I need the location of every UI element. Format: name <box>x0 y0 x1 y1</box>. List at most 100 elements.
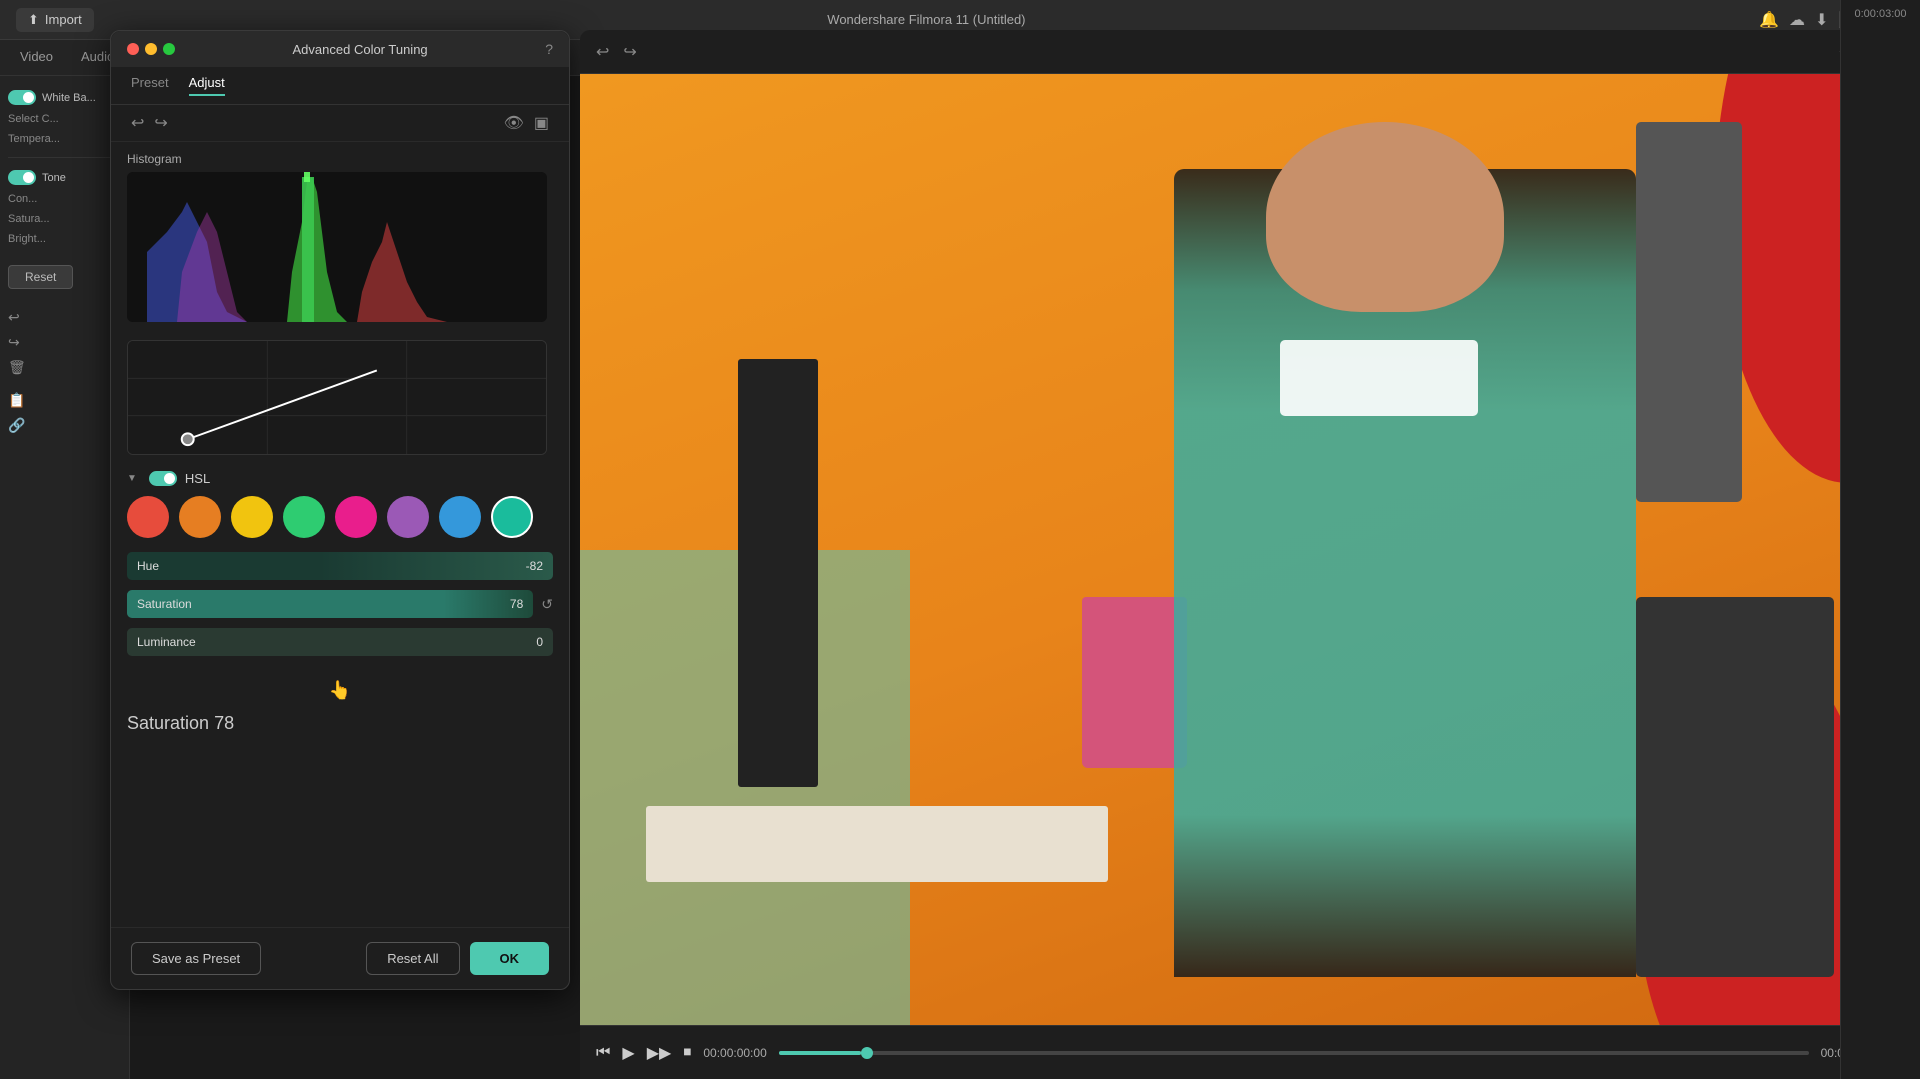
preview-tools-left: ↩ ↪ <box>596 42 637 62</box>
saturation-value: 78 <box>510 597 523 611</box>
help-icon[interactable]: ? <box>545 41 553 57</box>
white-balance-item: White Ba... <box>8 86 121 109</box>
color-yellow[interactable] <box>231 496 273 538</box>
hsl-header: ▼ HSL <box>127 471 553 486</box>
timeline-track[interactable] <box>779 1051 1809 1055</box>
import-label: Import <box>45 12 82 27</box>
ok-button[interactable]: OK <box>470 942 550 975</box>
playback-bar: ⏮ ▶ ▶▶ ⏹ 00:00:00:00 00:00:07:00 <box>580 1025 1900 1079</box>
tone-label: Tone <box>42 172 66 184</box>
reset-all-button[interactable]: Reset All <box>366 942 459 975</box>
histogram-chart <box>127 172 547 322</box>
tone-curve-box[interactable] <box>127 340 547 455</box>
video-frame <box>580 74 1900 1025</box>
link-icon[interactable]: 🔗 <box>8 417 121 434</box>
add-icon[interactable]: 📋 <box>8 392 121 409</box>
tone-toggle[interactable] <box>8 170 36 185</box>
histogram-label: Histogram <box>127 152 553 166</box>
saturation-sidebar-label: Satura... <box>8 209 121 229</box>
tone-curve-section <box>111 332 569 463</box>
dialog-title: Advanced Color Tuning <box>183 42 537 57</box>
select-label: Select C... <box>8 109 121 129</box>
play-next-button[interactable]: ▶▶ <box>647 1043 672 1063</box>
color-orange[interactable] <box>179 496 221 538</box>
hue-slider[interactable]: Hue -82 <box>127 552 553 580</box>
redo-icon[interactable]: ↪ <box>8 334 121 351</box>
dialog-footer: Save as Preset Reset All OK <box>111 927 569 989</box>
import-icon: ⬆ <box>28 12 39 28</box>
timeline-time: 0:00:03:00 <box>1841 0 1920 28</box>
saturation-slider[interactable]: Saturation 78 <box>127 590 533 618</box>
hue-value: -82 <box>526 559 543 573</box>
compare-icon[interactable]: ▣ <box>534 113 549 133</box>
white-balance-label: White Ba... <box>42 92 96 104</box>
saturation-label: Saturation <box>137 597 192 611</box>
saturation-slider-row: Saturation 78 ↺ <box>127 590 553 618</box>
video-scene <box>580 74 1900 1025</box>
color-blue[interactable] <box>439 496 481 538</box>
minimize-button[interactable] <box>145 43 157 55</box>
stop-button[interactable]: ⏹ <box>683 1044 691 1062</box>
play-button[interactable]: ▶ <box>622 1043 634 1063</box>
notification-icon[interactable]: 🔔 <box>1759 10 1779 30</box>
tab-preset[interactable]: Preset <box>131 75 169 96</box>
color-purple[interactable] <box>387 496 429 538</box>
traffic-lights <box>127 43 175 55</box>
toolbar-right: 👁 ▣ <box>504 113 549 133</box>
color-magenta[interactable] <box>335 496 377 538</box>
redo-preview-icon[interactable]: ↪ <box>623 42 636 62</box>
fullscreen-button[interactable] <box>163 43 175 55</box>
undo-preview-icon[interactable]: ↩ <box>596 42 609 62</box>
undo-icon[interactable]: ↩ <box>131 113 144 133</box>
eye-icon[interactable]: 👁 <box>504 113 524 133</box>
dialog-tabs: Preset Adjust <box>111 67 569 105</box>
dialog-spacer <box>111 740 569 927</box>
color-green[interactable] <box>283 496 325 538</box>
histogram-box <box>127 172 547 322</box>
timeline-dot[interactable] <box>861 1047 873 1059</box>
tab-adjust[interactable]: Adjust <box>189 75 225 96</box>
close-button[interactable] <box>127 43 139 55</box>
download-icon[interactable]: ⬇ <box>1815 10 1828 30</box>
toolbar-left: ↩ ↪ <box>131 113 168 133</box>
color-cyan[interactable] <box>491 496 533 538</box>
white-balance-toggle[interactable] <box>8 90 36 105</box>
luminance-value: 0 <box>536 635 543 649</box>
main-layout: White Ba... Select C... Tempera... Tone … <box>0 76 1920 1079</box>
delete-icon[interactable]: 🗑 <box>8 359 121 376</box>
dialog-titlebar: Advanced Color Tuning ? <box>111 31 569 67</box>
preview-panel: ↩ ↪ 👁 ▣ <box>580 30 1900 1079</box>
brightness-label: Bright... <box>8 229 121 249</box>
hue-slider-row: Hue -82 <box>127 552 553 580</box>
color-red[interactable] <box>127 496 169 538</box>
hsl-toggle[interactable] <box>149 471 177 486</box>
hsl-collapse-arrow[interactable]: ▼ <box>127 473 137 484</box>
advanced-color-dialog: Advanced Color Tuning ? Preset Adjust ↩ … <box>110 30 570 990</box>
import-button[interactable]: ⬆ Import <box>16 8 94 32</box>
cloud-icon[interactable]: ☁ <box>1789 10 1805 30</box>
save-preset-button[interactable]: Save as Preset <box>131 942 261 975</box>
redo-icon[interactable]: ↪ <box>154 113 167 133</box>
undo-icon[interactable]: ↩ <box>8 309 121 326</box>
timeline-fill <box>779 1051 861 1055</box>
preview-toolbar: ↩ ↪ 👁 ▣ <box>580 30 1900 74</box>
luminance-slider[interactable]: Luminance 0 <box>127 628 553 656</box>
hsl-title: HSL <box>185 471 210 486</box>
dialog-inner-toolbar: ↩ ↪ 👁 ▣ <box>111 105 569 142</box>
hsl-section: ▼ HSL Hue -82 <box>111 463 569 674</box>
reset-button[interactable]: Reset <box>8 265 73 289</box>
right-strip: 0:00:03:00 <box>1840 0 1920 1079</box>
prev-frame-button[interactable]: ⏮ <box>596 1044 610 1062</box>
tone-curve-chart <box>128 341 546 454</box>
luminance-label: Luminance <box>137 635 196 649</box>
luminance-slider-row: Luminance 0 <box>127 628 553 656</box>
contrast-label: Con... <box>8 189 121 209</box>
color-circles <box>127 496 553 538</box>
bottom-icons: ↩ ↪ 🗑 📋 🔗 <box>8 309 121 434</box>
tab-video[interactable]: Video <box>20 49 53 66</box>
saturation-display-label: Saturation 78 <box>111 707 569 740</box>
current-time: 00:00:00:00 <box>703 1046 766 1060</box>
app-title: Wondershare Filmora 11 (Untitled) <box>106 12 1747 27</box>
temperature-label: Tempera... <box>8 129 121 149</box>
saturation-reset-icon[interactable]: ↺ <box>541 596 553 613</box>
